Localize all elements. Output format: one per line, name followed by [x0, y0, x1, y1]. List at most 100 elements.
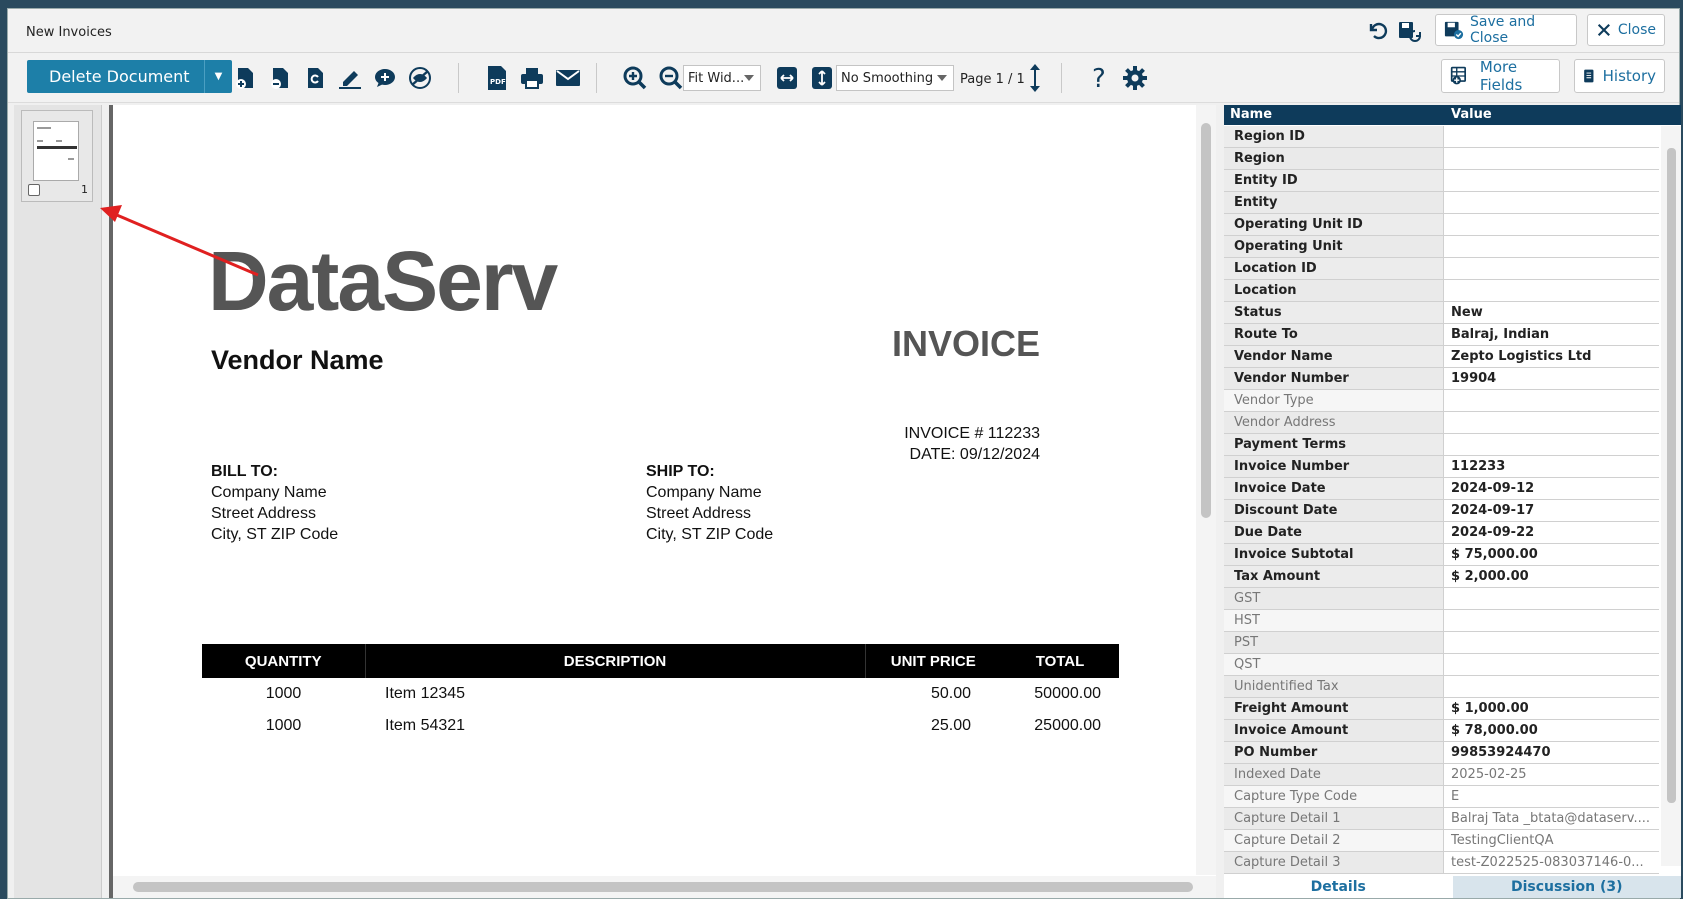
field-value[interactable] — [1444, 214, 1659, 235]
fit-width-icon[interactable] — [772, 63, 802, 93]
scrollbar-thumb[interactable] — [1667, 148, 1676, 803]
field-row[interactable]: Invoice Subtotal $ 75,000.00 — [1224, 544, 1659, 566]
scrollbar-thumb[interactable] — [133, 882, 1193, 892]
email-icon[interactable] — [553, 63, 583, 93]
field-value[interactable]: 99853924470 — [1444, 742, 1659, 763]
document-vertical-scrollbar[interactable] — [1196, 105, 1216, 875]
field-value[interactable]: $ 75,000.00 — [1444, 544, 1659, 565]
field-value[interactable]: $ 2,000.00 — [1444, 566, 1659, 587]
field-value[interactable] — [1444, 654, 1659, 675]
field-row[interactable]: HST — [1224, 610, 1659, 632]
field-value[interactable]: 19904 — [1444, 368, 1659, 389]
field-row[interactable]: Payment Terms — [1224, 434, 1659, 456]
field-value[interactable]: test-Z022525-083037146-0... — [1444, 852, 1659, 873]
field-row[interactable]: Vendor Number 19904 — [1224, 368, 1659, 390]
add-page-icon[interactable] — [230, 63, 260, 93]
remove-page-icon[interactable] — [265, 63, 295, 93]
field-value[interactable] — [1444, 632, 1659, 653]
field-row[interactable]: Region ID — [1224, 126, 1659, 148]
field-row[interactable]: Status New — [1224, 302, 1659, 324]
zoom-select[interactable]: Fit Wid... — [683, 65, 761, 91]
field-row[interactable]: Due Date 2024-09-22 — [1224, 522, 1659, 544]
delete-document-button[interactable]: Delete Document ▼ — [27, 60, 232, 93]
field-row[interactable]: Indexed Date 2025-02-25 — [1224, 764, 1659, 786]
tab-details[interactable]: Details — [1224, 876, 1453, 898]
zoom-in-icon[interactable] — [620, 63, 650, 93]
field-row[interactable]: Region — [1224, 148, 1659, 170]
field-row[interactable]: Entity — [1224, 192, 1659, 214]
pdf-icon[interactable]: PDF — [482, 63, 512, 93]
field-value[interactable]: New — [1444, 302, 1659, 323]
field-value[interactable] — [1444, 236, 1659, 257]
field-row[interactable]: Capture Detail 1 Balraj Tata _btata@datas… — [1224, 808, 1659, 830]
field-row[interactable]: Discount Date 2024-09-17 — [1224, 500, 1659, 522]
scrollbar-thumb[interactable] — [1201, 123, 1211, 518]
field-value[interactable]: 2024-09-12 — [1444, 478, 1659, 499]
fit-height-icon[interactable] — [807, 63, 837, 93]
gear-icon[interactable] — [1120, 63, 1150, 93]
field-row[interactable]: Vendor Name Zepto Logistics Ltd — [1224, 346, 1659, 368]
field-row[interactable]: Capture Detail 3 test-Z022525-083037146-0… — [1224, 852, 1659, 874]
field-row[interactable]: Unidentified Tax — [1224, 676, 1659, 698]
history-button[interactable]: History — [1574, 59, 1665, 93]
field-row[interactable]: Operating Unit — [1224, 236, 1659, 258]
field-value[interactable]: TestingClientQA — [1444, 830, 1659, 851]
tab-discussion[interactable]: Discussion (3) — [1452, 876, 1681, 898]
field-value[interactable] — [1444, 280, 1659, 301]
field-row[interactable]: Invoice Amount $ 78,000.00 — [1224, 720, 1659, 742]
field-value[interactable]: Balraj, Indian — [1444, 324, 1659, 345]
field-row[interactable]: Vendor Type — [1224, 390, 1659, 412]
print-icon[interactable] — [517, 63, 547, 93]
zoom-out-icon[interactable] — [656, 63, 686, 93]
document-horizontal-scrollbar[interactable] — [113, 876, 1216, 898]
field-value[interactable] — [1444, 434, 1659, 455]
highlight-pen-icon[interactable] — [335, 63, 365, 93]
page-thumbnail[interactable]: 1 — [21, 110, 93, 202]
add-comment-icon[interactable] — [370, 63, 400, 93]
field-value[interactable] — [1444, 676, 1659, 697]
field-row[interactable]: Capture Detail 2 TestingClientQA — [1224, 830, 1659, 852]
field-value[interactable]: 2025-02-25 — [1444, 764, 1659, 785]
field-value[interactable] — [1444, 412, 1659, 433]
document-viewer[interactable]: DataServ INVOICE Vendor Name INVOICE # 1… — [109, 105, 1216, 898]
field-row[interactable]: Invoice Number 112233 — [1224, 456, 1659, 478]
thumbnail-checkbox[interactable] — [28, 184, 40, 196]
field-row[interactable]: Location ID — [1224, 258, 1659, 280]
hide-annotations-icon[interactable] — [405, 63, 435, 93]
field-value[interactable]: E — [1444, 786, 1659, 807]
save-and-close-button[interactable]: Save and Close — [1435, 14, 1577, 46]
field-row[interactable]: Invoice Date 2024-09-12 — [1224, 478, 1659, 500]
field-row[interactable]: Vendor Address — [1224, 412, 1659, 434]
field-row[interactable]: QST — [1224, 654, 1659, 676]
field-row[interactable]: Operating Unit ID — [1224, 214, 1659, 236]
field-row[interactable]: Route To Balraj, Indian — [1224, 324, 1659, 346]
field-row[interactable]: PO Number 99853924470 — [1224, 742, 1659, 764]
field-value[interactable] — [1444, 588, 1659, 609]
field-value[interactable] — [1444, 258, 1659, 279]
field-row[interactable]: Capture Type Code E — [1224, 786, 1659, 808]
delete-dropdown-caret[interactable]: ▼ — [204, 60, 232, 93]
close-button[interactable]: Close — [1587, 14, 1665, 46]
smoothing-select[interactable]: No Smoothing — [836, 65, 954, 91]
field-value[interactable]: $ 1,000.00 — [1444, 698, 1659, 719]
field-row[interactable]: Tax Amount $ 2,000.00 — [1224, 566, 1659, 588]
field-row[interactable]: Location — [1224, 280, 1659, 302]
field-value[interactable]: Zepto Logistics Ltd — [1444, 346, 1659, 367]
field-row[interactable]: GST — [1224, 588, 1659, 610]
field-row[interactable]: PST — [1224, 632, 1659, 654]
field-value[interactable]: 2024-09-22 — [1444, 522, 1659, 543]
field-value[interactable] — [1444, 126, 1659, 147]
field-value[interactable]: 112233 — [1444, 456, 1659, 477]
field-value[interactable] — [1444, 390, 1659, 411]
help-icon[interactable]: ? — [1084, 63, 1114, 93]
field-value[interactable] — [1444, 610, 1659, 631]
more-fields-button[interactable]: More Fields — [1441, 58, 1560, 94]
page-navigate-icon[interactable] — [1025, 63, 1045, 93]
field-value[interactable] — [1444, 192, 1659, 213]
field-value[interactable]: Balraj Tata _btata@dataserv.... — [1444, 808, 1659, 829]
field-row[interactable]: Entity ID — [1224, 170, 1659, 192]
field-value[interactable]: $ 78,000.00 — [1444, 720, 1659, 741]
field-value[interactable] — [1444, 170, 1659, 191]
field-value[interactable]: 2024-09-17 — [1444, 500, 1659, 521]
undo-icon[interactable] — [1364, 17, 1392, 45]
